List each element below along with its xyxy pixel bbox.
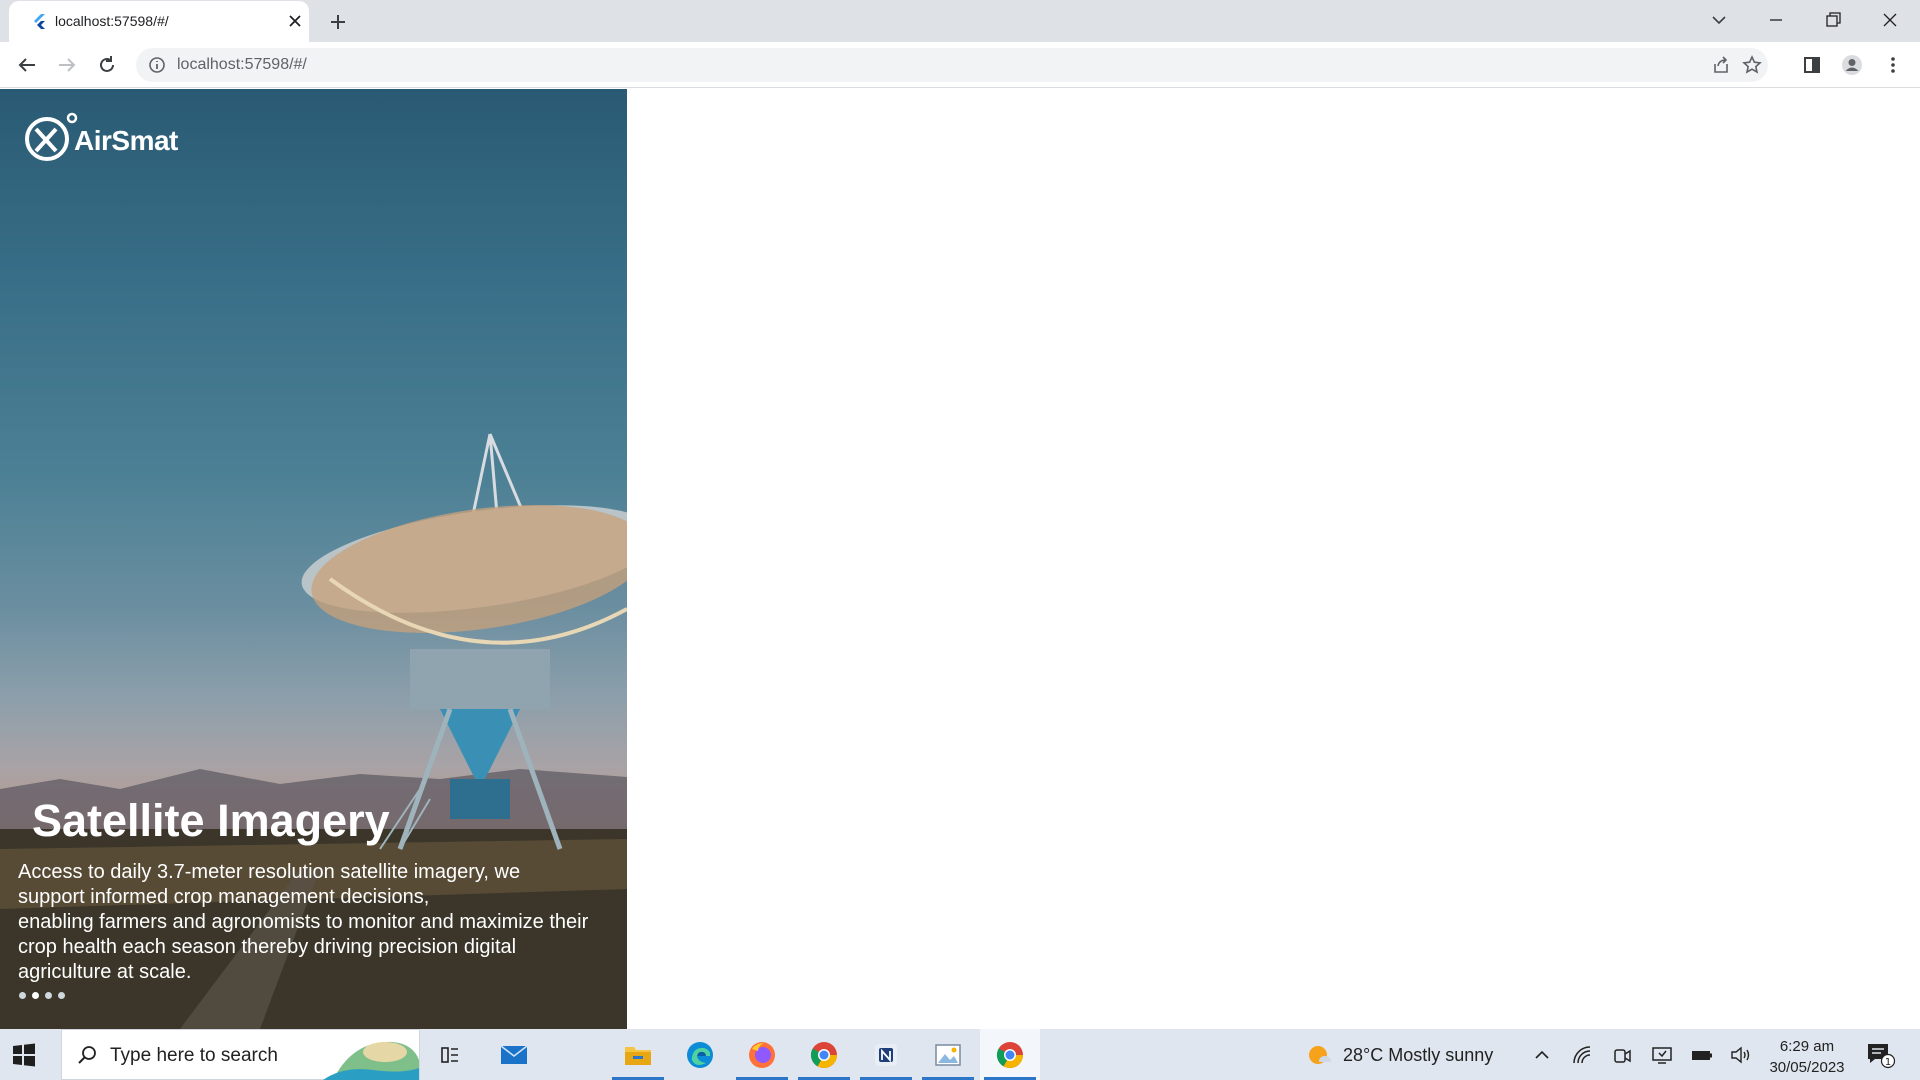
forward-arrow-icon[interactable] xyxy=(53,51,81,79)
display-icon[interactable] xyxy=(1650,1043,1674,1067)
notification-center-icon[interactable]: 1 xyxy=(1866,1041,1896,1069)
carousel-dot[interactable] xyxy=(19,992,26,999)
battery-icon[interactable] xyxy=(1690,1043,1714,1067)
task-view-button[interactable] xyxy=(420,1029,480,1080)
flutter-favicon-icon xyxy=(34,14,45,29)
notification-count: 1 xyxy=(1885,1057,1891,1068)
chrome-icon xyxy=(996,1042,1024,1069)
mail-icon xyxy=(500,1045,528,1064)
paint-app-button[interactable] xyxy=(918,1029,978,1080)
weather-sunny-icon[interactable] xyxy=(1305,1040,1335,1070)
folder-icon xyxy=(625,1047,651,1065)
browser-tab[interactable]: localhost:57598/#/ xyxy=(9,1,309,42)
minimize-icon[interactable] xyxy=(1762,6,1790,34)
main-content-area xyxy=(627,89,1920,1029)
back-arrow-icon[interactable] xyxy=(13,51,41,79)
firefox-icon xyxy=(749,1042,775,1068)
hero-description-line: support informed crop management decisio… xyxy=(18,886,430,908)
volume-icon[interactable] xyxy=(1729,1043,1753,1067)
app-n-button[interactable] xyxy=(856,1029,916,1080)
hero-panel: AirSmat Satellite Imagery Access to dail… xyxy=(0,89,627,1029)
url-text[interactable]: localhost:57598/#/ xyxy=(177,56,307,74)
hero-description-line: Access to daily 3.7-meter resolution sat… xyxy=(18,861,521,883)
task-view-icon xyxy=(441,1047,458,1063)
hero-title: Satellite Imagery xyxy=(32,795,390,846)
paint-icon xyxy=(935,1044,961,1066)
new-tab-plus-icon[interactable] xyxy=(326,10,350,34)
close-icon[interactable] xyxy=(285,11,305,31)
network-icon[interactable] xyxy=(1570,1043,1594,1067)
chrome-active-button[interactable] xyxy=(980,1029,1040,1080)
share-icon[interactable] xyxy=(1710,54,1732,76)
carousel-dot[interactable] xyxy=(45,992,52,999)
meet-now-icon[interactable] xyxy=(1610,1043,1634,1067)
search-highlight-art-icon xyxy=(323,1041,419,1080)
search-placeholder: Type here to search xyxy=(110,1045,278,1066)
edge-app-button[interactable] xyxy=(670,1029,730,1080)
hero-description-line: agriculture at scale. xyxy=(18,961,192,983)
profile-avatar-icon[interactable] xyxy=(1840,53,1864,77)
hero-description-line: crop health each season thereby driving … xyxy=(18,936,517,958)
restore-icon[interactable] xyxy=(1819,6,1847,34)
carousel-dot[interactable] xyxy=(58,992,65,999)
menu-kebab-icon[interactable] xyxy=(1881,53,1905,77)
file-explorer-button[interactable] xyxy=(608,1029,668,1080)
side-panel-icon[interactable] xyxy=(1800,53,1824,77)
taskbar-search[interactable]: Type here to search xyxy=(61,1029,420,1080)
address-bar[interactable]: localhost:57598/#/ xyxy=(136,48,1768,82)
browser-toolbar: localhost:57598/#/ xyxy=(0,42,1920,88)
chrome-app-button[interactable] xyxy=(794,1029,854,1080)
close-window-icon[interactable] xyxy=(1876,6,1904,34)
windows-start-icon[interactable] xyxy=(10,1041,38,1069)
search-icon xyxy=(78,1046,96,1064)
browser-tab-strip: localhost:57598/#/ xyxy=(0,0,1920,42)
clock-date: 30/05/2023 xyxy=(1769,1059,1845,1076)
firefox-app-button[interactable] xyxy=(732,1029,792,1080)
edge-icon xyxy=(687,1042,713,1068)
tab-search-chevron-icon[interactable] xyxy=(1705,6,1733,34)
hero-description-line: enabling farmers and agronomists to moni… xyxy=(18,911,589,933)
weather-text[interactable]: 28°C Mostly sunny xyxy=(1343,1045,1493,1066)
hero-description: Access to daily 3.7-meter resolution sat… xyxy=(18,860,627,985)
brand-name: AirSmat xyxy=(74,125,178,156)
site-info-icon[interactable] xyxy=(148,56,166,74)
reload-icon[interactable] xyxy=(93,51,121,79)
show-hidden-icons-chevron-icon[interactable] xyxy=(1530,1043,1554,1067)
windows-taskbar: Type here to search 28°C Mostly sunny 6:… xyxy=(0,1029,1920,1080)
taskbar-clock[interactable]: 6:29 am 30/05/2023 xyxy=(1762,1036,1852,1078)
chrome-icon xyxy=(810,1042,838,1069)
mail-app-button[interactable] xyxy=(484,1029,544,1080)
app-n-icon xyxy=(875,1044,897,1066)
tab-title: localhost:57598/#/ xyxy=(55,13,169,29)
clock-time: 6:29 am xyxy=(1779,1038,1835,1055)
bookmark-star-icon[interactable] xyxy=(1741,54,1763,76)
carousel-dot-active[interactable] xyxy=(32,992,39,999)
